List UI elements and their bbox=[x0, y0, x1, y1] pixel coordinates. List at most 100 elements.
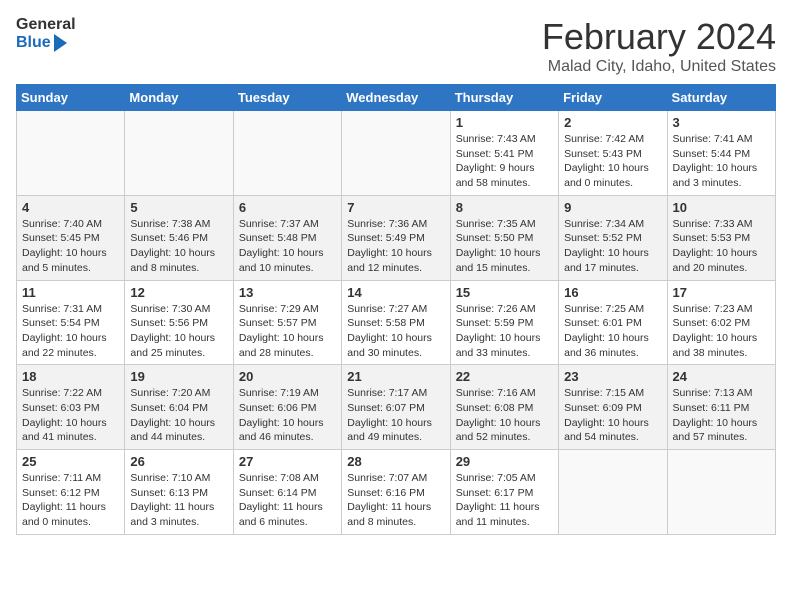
day-number: 17 bbox=[673, 285, 770, 300]
table-row: 8 Sunrise: 7:35 AM Sunset: 5:50 PM Daylig… bbox=[450, 195, 558, 280]
day-number: 15 bbox=[456, 285, 553, 300]
table-row: 3 Sunrise: 7:41 AM Sunset: 5:44 PM Daylig… bbox=[667, 111, 775, 196]
day-info: Sunrise: 7:19 AM Sunset: 6:06 PM Dayligh… bbox=[239, 386, 336, 445]
day-number: 10 bbox=[673, 200, 770, 215]
table-row: 4 Sunrise: 7:40 AM Sunset: 5:45 PM Daylig… bbox=[17, 195, 125, 280]
day-info: Sunrise: 7:43 AM Sunset: 5:41 PM Dayligh… bbox=[456, 132, 553, 191]
table-row: 27 Sunrise: 7:08 AM Sunset: 6:14 PM Dayli… bbox=[233, 450, 341, 535]
day-info: Sunrise: 7:35 AM Sunset: 5:50 PM Dayligh… bbox=[456, 217, 553, 276]
day-info: Sunrise: 7:16 AM Sunset: 6:08 PM Dayligh… bbox=[456, 386, 553, 445]
table-row bbox=[233, 111, 341, 196]
day-info: Sunrise: 7:37 AM Sunset: 5:48 PM Dayligh… bbox=[239, 217, 336, 276]
table-row: 7 Sunrise: 7:36 AM Sunset: 5:49 PM Daylig… bbox=[342, 195, 450, 280]
table-row: 26 Sunrise: 7:10 AM Sunset: 6:13 PM Dayli… bbox=[125, 450, 233, 535]
day-number: 2 bbox=[564, 115, 661, 130]
column-header-saturday: Saturday bbox=[667, 85, 775, 111]
day-info: Sunrise: 7:33 AM Sunset: 5:53 PM Dayligh… bbox=[673, 217, 770, 276]
day-number: 25 bbox=[22, 454, 119, 469]
table-row: 24 Sunrise: 7:13 AM Sunset: 6:11 PM Dayli… bbox=[667, 365, 775, 450]
calendar: SundayMondayTuesdayWednesdayThursdayFrid… bbox=[16, 84, 776, 535]
title-area: February 2024 Malad City, Idaho, United … bbox=[542, 16, 776, 76]
day-number: 1 bbox=[456, 115, 553, 130]
day-info: Sunrise: 7:29 AM Sunset: 5:57 PM Dayligh… bbox=[239, 302, 336, 361]
day-number: 3 bbox=[673, 115, 770, 130]
table-row: 12Sunrise: 7:30 AM Sunset: 5:56 PM Dayli… bbox=[125, 280, 233, 365]
table-row: 18 Sunrise: 7:22 AM Sunset: 6:03 PM Dayli… bbox=[17, 365, 125, 450]
day-info: Sunrise: 7:10 AM Sunset: 6:13 PM Dayligh… bbox=[130, 471, 227, 530]
table-row bbox=[342, 111, 450, 196]
table-row: 22 Sunrise: 7:16 AM Sunset: 6:08 PM Dayli… bbox=[450, 365, 558, 450]
table-row: 2 Sunrise: 7:42 AM Sunset: 5:43 PM Daylig… bbox=[559, 111, 667, 196]
table-row: 13 Sunrise: 7:29 AM Sunset: 5:57 PM Dayli… bbox=[233, 280, 341, 365]
table-row: 5 Sunrise: 7:38 AM Sunset: 5:46 PM Daylig… bbox=[125, 195, 233, 280]
day-number: 27 bbox=[239, 454, 336, 469]
column-header-wednesday: Wednesday bbox=[342, 85, 450, 111]
day-number: 11 bbox=[22, 285, 119, 300]
month-title: February 2024 bbox=[542, 16, 776, 58]
day-number: 29 bbox=[456, 454, 553, 469]
day-info: Sunrise: 7:31 AM Sunset: 5:54 PM Dayligh… bbox=[22, 302, 119, 361]
day-number: 8 bbox=[456, 200, 553, 215]
day-info: Sunrise: 7:23 AM Sunset: 6:02 PM Dayligh… bbox=[673, 302, 770, 361]
table-row: 23 Sunrise: 7:15 AM Sunset: 6:09 PM Dayli… bbox=[559, 365, 667, 450]
table-row bbox=[17, 111, 125, 196]
table-row: 10 Sunrise: 7:33 AM Sunset: 5:53 PM Dayli… bbox=[667, 195, 775, 280]
day-number: 13 bbox=[239, 285, 336, 300]
day-info: Sunrise: 7:41 AM Sunset: 5:44 PM Dayligh… bbox=[673, 132, 770, 191]
day-info: Sunrise: 7:07 AM Sunset: 6:16 PM Dayligh… bbox=[347, 471, 444, 530]
day-info: Sunrise: 7:34 AM Sunset: 5:52 PM Dayligh… bbox=[564, 217, 661, 276]
table-row: 28Sunrise: 7:07 AM Sunset: 6:16 PM Dayli… bbox=[342, 450, 450, 535]
day-info: Sunrise: 7:38 AM Sunset: 5:46 PM Dayligh… bbox=[130, 217, 227, 276]
day-number: 21 bbox=[347, 369, 444, 384]
day-info: Sunrise: 7:08 AM Sunset: 6:14 PM Dayligh… bbox=[239, 471, 336, 530]
table-row: 1 Sunrise: 7:43 AM Sunset: 5:41 PM Daylig… bbox=[450, 111, 558, 196]
day-number: 22 bbox=[456, 369, 553, 384]
day-info: Sunrise: 7:26 AM Sunset: 5:59 PM Dayligh… bbox=[456, 302, 553, 361]
day-number: 24 bbox=[673, 369, 770, 384]
location: Malad City, Idaho, United States bbox=[542, 58, 776, 76]
logo-general: General bbox=[16, 16, 76, 34]
table-row: 16Sunrise: 7:25 AM Sunset: 6:01 PM Dayli… bbox=[559, 280, 667, 365]
table-row: 21 Sunrise: 7:17 AM Sunset: 6:07 PM Dayli… bbox=[342, 365, 450, 450]
table-row: 20 Sunrise: 7:19 AM Sunset: 6:06 PM Dayli… bbox=[233, 365, 341, 450]
table-row: 9 Sunrise: 7:34 AM Sunset: 5:52 PM Daylig… bbox=[559, 195, 667, 280]
day-info: Sunrise: 7:15 AM Sunset: 6:09 PM Dayligh… bbox=[564, 386, 661, 445]
day-number: 23 bbox=[564, 369, 661, 384]
table-row: 17 Sunrise: 7:23 AM Sunset: 6:02 PM Dayli… bbox=[667, 280, 775, 365]
day-info: Sunrise: 7:22 AM Sunset: 6:03 PM Dayligh… bbox=[22, 386, 119, 445]
day-info: Sunrise: 7:36 AM Sunset: 5:49 PM Dayligh… bbox=[347, 217, 444, 276]
table-row bbox=[667, 450, 775, 535]
day-info: Sunrise: 7:11 AM Sunset: 6:12 PM Dayligh… bbox=[22, 471, 119, 530]
day-number: 19 bbox=[130, 369, 227, 384]
table-row: 6Sunrise: 7:37 AM Sunset: 5:48 PM Daylig… bbox=[233, 195, 341, 280]
day-info: Sunrise: 7:20 AM Sunset: 6:04 PM Dayligh… bbox=[130, 386, 227, 445]
table-row: 11 Sunrise: 7:31 AM Sunset: 5:54 PM Dayli… bbox=[17, 280, 125, 365]
column-header-thursday: Thursday bbox=[450, 85, 558, 111]
table-row: 29 Sunrise: 7:05 AM Sunset: 6:17 PM Dayli… bbox=[450, 450, 558, 535]
day-info: Sunrise: 7:27 AM Sunset: 5:58 PM Dayligh… bbox=[347, 302, 444, 361]
day-number: 12 bbox=[130, 285, 227, 300]
day-info: Sunrise: 7:25 AM Sunset: 6:01 PM Dayligh… bbox=[564, 302, 661, 361]
day-number: 20 bbox=[239, 369, 336, 384]
day-number: 14 bbox=[347, 285, 444, 300]
day-number: 4 bbox=[22, 200, 119, 215]
logo-arrow-icon bbox=[54, 34, 67, 52]
day-info: Sunrise: 7:40 AM Sunset: 5:45 PM Dayligh… bbox=[22, 217, 119, 276]
day-number: 18 bbox=[22, 369, 119, 384]
day-info: Sunrise: 7:05 AM Sunset: 6:17 PM Dayligh… bbox=[456, 471, 553, 530]
day-number: 26 bbox=[130, 454, 227, 469]
logo: General Blue bbox=[16, 16, 76, 52]
column-header-tuesday: Tuesday bbox=[233, 85, 341, 111]
day-number: 7 bbox=[347, 200, 444, 215]
logo-blue: Blue bbox=[16, 34, 51, 52]
day-info: Sunrise: 7:13 AM Sunset: 6:11 PM Dayligh… bbox=[673, 386, 770, 445]
day-info: Sunrise: 7:17 AM Sunset: 6:07 PM Dayligh… bbox=[347, 386, 444, 445]
table-row: 15 Sunrise: 7:26 AM Sunset: 5:59 PM Dayli… bbox=[450, 280, 558, 365]
column-header-sunday: Sunday bbox=[17, 85, 125, 111]
table-row bbox=[559, 450, 667, 535]
day-info: Sunrise: 7:42 AM Sunset: 5:43 PM Dayligh… bbox=[564, 132, 661, 191]
table-row: 25 Sunrise: 7:11 AM Sunset: 6:12 PM Dayli… bbox=[17, 450, 125, 535]
table-row: 14 Sunrise: 7:27 AM Sunset: 5:58 PM Dayli… bbox=[342, 280, 450, 365]
day-number: 5 bbox=[130, 200, 227, 215]
day-number: 9 bbox=[564, 200, 661, 215]
